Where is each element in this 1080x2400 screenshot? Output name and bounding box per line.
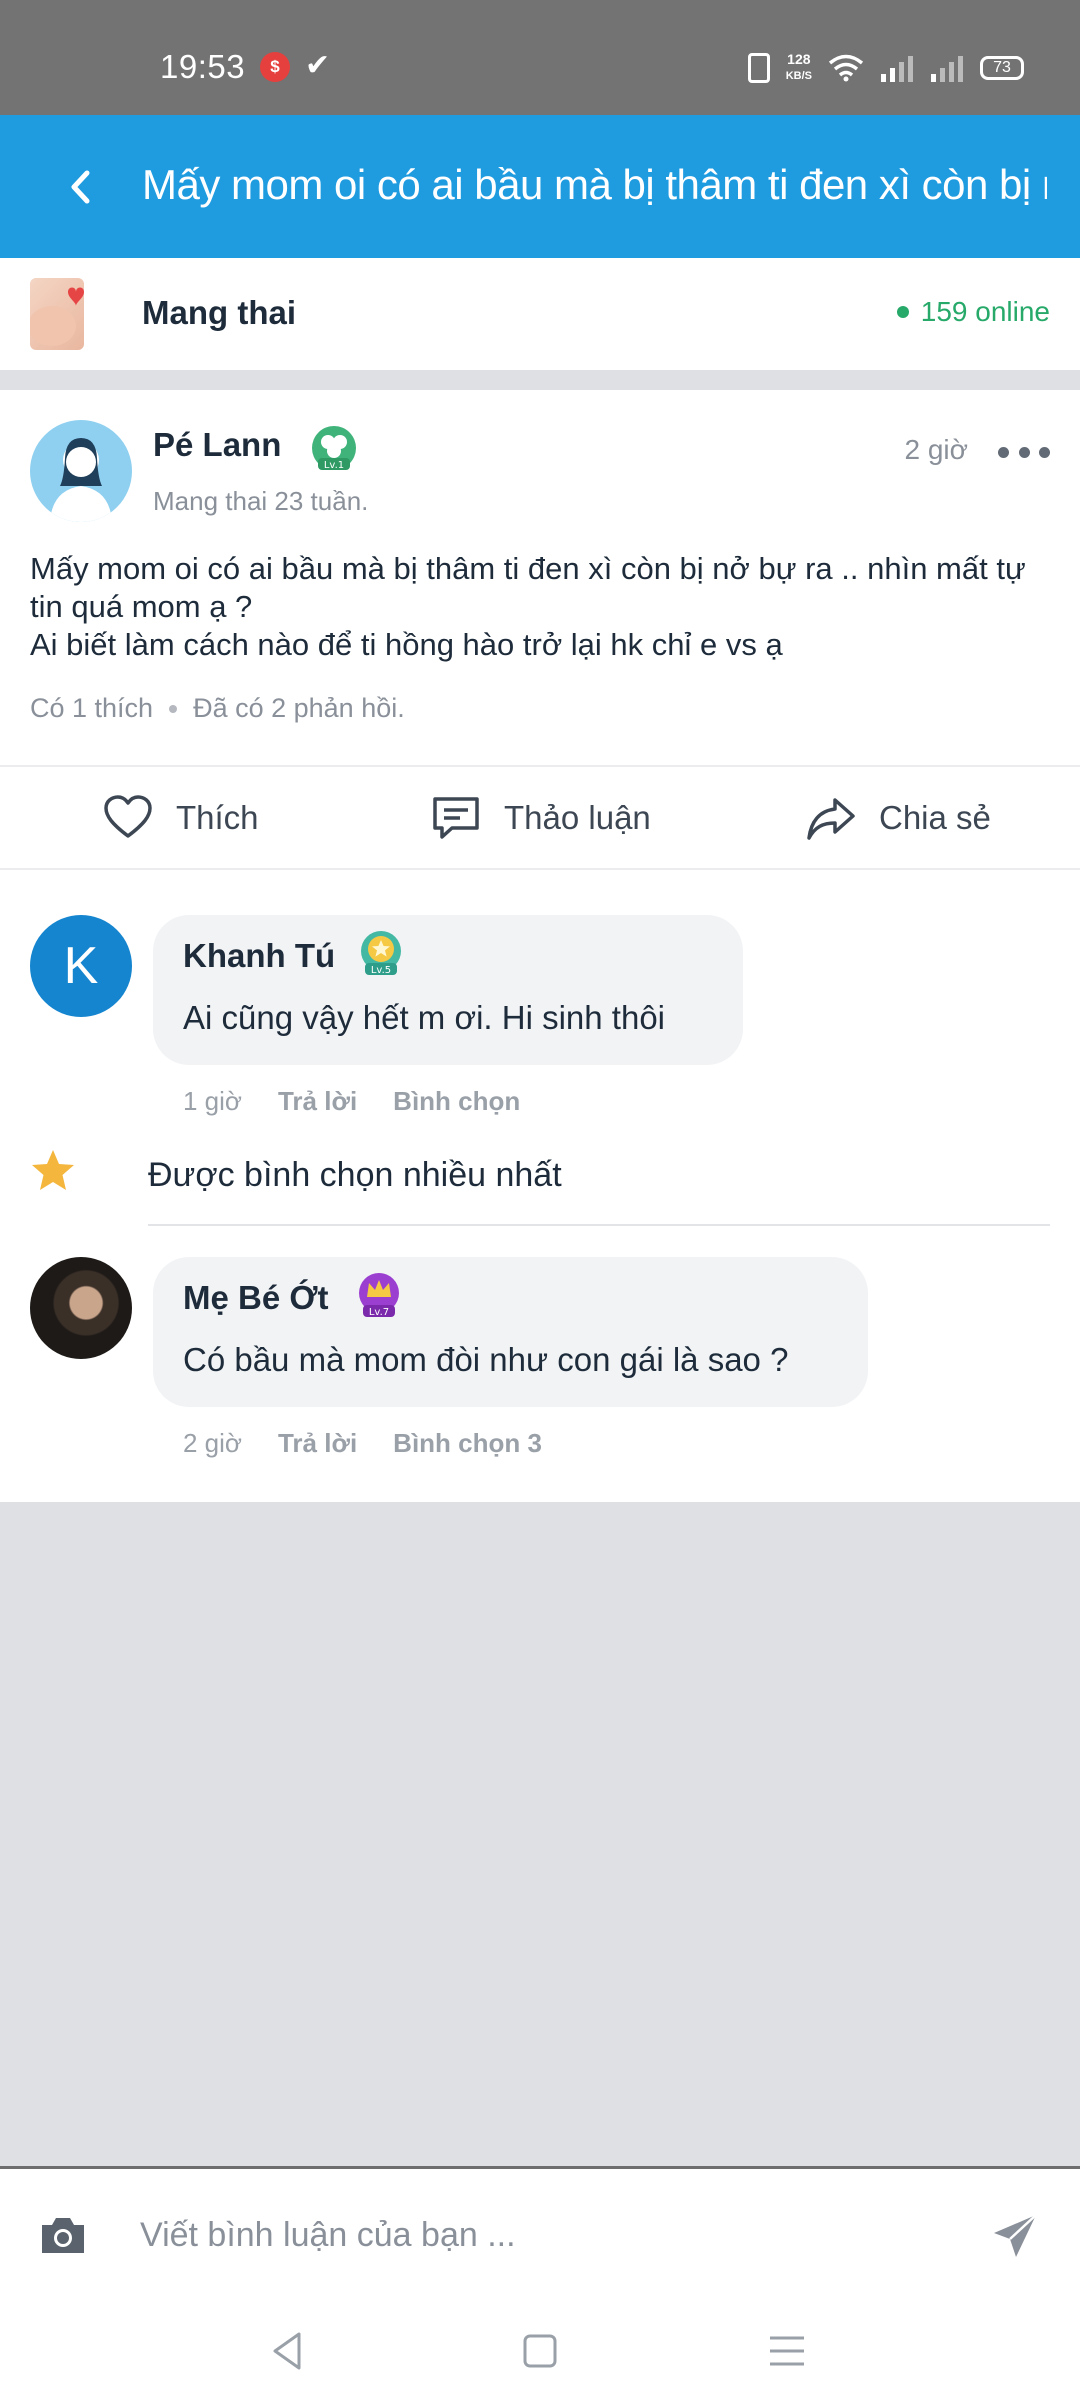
comment-meta: 1 giờ Trả lời Bình chọn: [183, 1086, 520, 1117]
nav-back-icon[interactable]: [265, 2328, 311, 2374]
network-speed-value: 128: [787, 51, 811, 67]
post-author-status: Mang thai 23 tuần.: [153, 486, 369, 516]
comment-input[interactable]: [140, 2205, 940, 2265]
post-body: Mấy mom oi có ai bầu mà bị thâm ti đen x…: [30, 551, 1026, 662]
nav-home-icon[interactable]: [517, 2328, 563, 2374]
header-bar: Mấy mom oi có ai bầu mà bị thâm ti đen x…: [0, 115, 1080, 258]
group-name: Mang thai: [142, 294, 296, 331]
post-stats: Có 1 thích Đã có 2 phản hồi.: [30, 693, 405, 724]
vibrate-icon: [747, 53, 770, 83]
level-badge-star-icon: Lv.5: [361, 931, 401, 976]
group-avatar: [30, 278, 84, 350]
reply-count[interactable]: Đã có 2 phản hồi.: [193, 693, 405, 724]
battery-icon: 73: [980, 56, 1024, 80]
level-badge-crown-icon: Lv.7: [359, 1273, 399, 1318]
post-card: Pé Lann Lv.1 Mang thai 23 tuần. 2 giờ Mấ…: [0, 390, 1080, 1502]
divider: [0, 868, 1080, 870]
back-button[interactable]: [50, 157, 110, 217]
like-button[interactable]: Thích: [102, 767, 259, 869]
group-row[interactable]: Mang thai 159 online: [0, 258, 1080, 370]
dot-icon: [1039, 446, 1050, 458]
comment-text: Có bầu mà mom đòi như con gái là sao ?: [183, 1341, 789, 1378]
vote-button[interactable]: Bình chọn: [393, 1086, 520, 1117]
heart-icon: [30, 287, 84, 346]
check-notification-icon: ✔: [305, 49, 331, 82]
signal-icon-2: [931, 56, 963, 82]
wifi-icon: [828, 54, 864, 82]
chevron-left-icon: [71, 170, 90, 204]
status-time: 19:53: [160, 48, 246, 85]
camera-icon[interactable]: [38, 2213, 88, 2257]
discuss-label: Thảo luận: [504, 799, 651, 836]
comment-author-name[interactable]: Mẹ Bé Ớt: [183, 1279, 329, 1317]
online-dot-icon: [896, 306, 909, 318]
payment-notification-icon: $: [260, 52, 290, 82]
level-badge-clover-icon: Lv.1: [312, 426, 356, 471]
post-actions: Thích Thảo luận Chia sẻ: [0, 767, 1080, 869]
discuss-button[interactable]: Thảo luận: [430, 767, 651, 869]
comment-text: Ai cũng vậy hết m ơi. Hi sinh thôi: [183, 999, 666, 1036]
reply-button[interactable]: Trả lời: [278, 1428, 357, 1459]
comment-author-name[interactable]: Khanh Tú: [183, 937, 335, 975]
post-time: 2 giờ: [904, 434, 968, 465]
heart-outline-icon: [104, 795, 152, 838]
level-badge-text: Lv.7: [369, 1307, 389, 1318]
like-count[interactable]: Có 1 thích: [30, 693, 153, 724]
nav-menu-icon[interactable]: [764, 2328, 810, 2374]
level-badge-text: Lv.5: [371, 965, 391, 976]
send-icon[interactable]: [990, 2211, 1040, 2261]
comment-input-bar: [0, 2166, 1080, 2302]
status-indicators: 128 KB/S 73: [747, 48, 1024, 88]
level-badge-text: Lv.1: [324, 460, 344, 471]
like-label: Thích: [176, 799, 259, 836]
status-bar: 19:53 $ ✔ 128 KB/S 73: [0, 0, 1080, 115]
share-button[interactable]: Chia sẻ: [805, 767, 991, 869]
comment-meta: 2 giờ Trả lời Bình chọn 3: [183, 1428, 542, 1459]
vote-button[interactable]: Bình chọn 3: [393, 1428, 542, 1459]
online-count: 159 online: [896, 296, 1050, 328]
post-author-avatar[interactable]: [30, 420, 132, 522]
signal-icon: [881, 56, 913, 82]
dot-icon: [1018, 446, 1030, 458]
system-nav-bar: [0, 2302, 1080, 2400]
share-label: Chia sẻ: [879, 799, 991, 836]
separator-dot: [169, 704, 178, 713]
comment-avatar[interactable]: K: [30, 915, 132, 1017]
network-speed-unit: KB/S: [785, 70, 812, 82]
dot-icon: [998, 446, 1009, 458]
page-title: Mấy mom oi có ai bầu mà bị thâm ti đen x…: [142, 161, 1047, 208]
more-options-button[interactable]: [998, 440, 1050, 464]
comment-icon: [433, 797, 479, 839]
reply-button[interactable]: Trả lời: [278, 1086, 357, 1117]
star-icon: [32, 1150, 74, 1190]
share-arrow-icon: [807, 798, 855, 840]
top-voted-label: Được bình chọn nhiều nhất: [148, 1156, 562, 1194]
comment-time: 2 giờ: [183, 1428, 242, 1458]
comment-bubble: Khanh Tú Lv.5 Ai cũng vậy hết m ơi. Hi s…: [153, 915, 743, 1065]
comment-bubble: Mẹ Bé Ớt Lv.7 Có bầu mà mom đòi như con …: [153, 1257, 868, 1407]
comment-avatar-photo[interactable]: [30, 1257, 132, 1359]
user-silhouette-icon: [50, 438, 112, 522]
post-author-name[interactable]: Pé Lann: [153, 426, 281, 464]
comment-time: 1 giờ: [183, 1086, 242, 1116]
divider: [148, 1224, 1050, 1226]
network-speed: 128 KB/S: [786, 52, 812, 84]
online-count-text: 159 online: [920, 296, 1050, 327]
